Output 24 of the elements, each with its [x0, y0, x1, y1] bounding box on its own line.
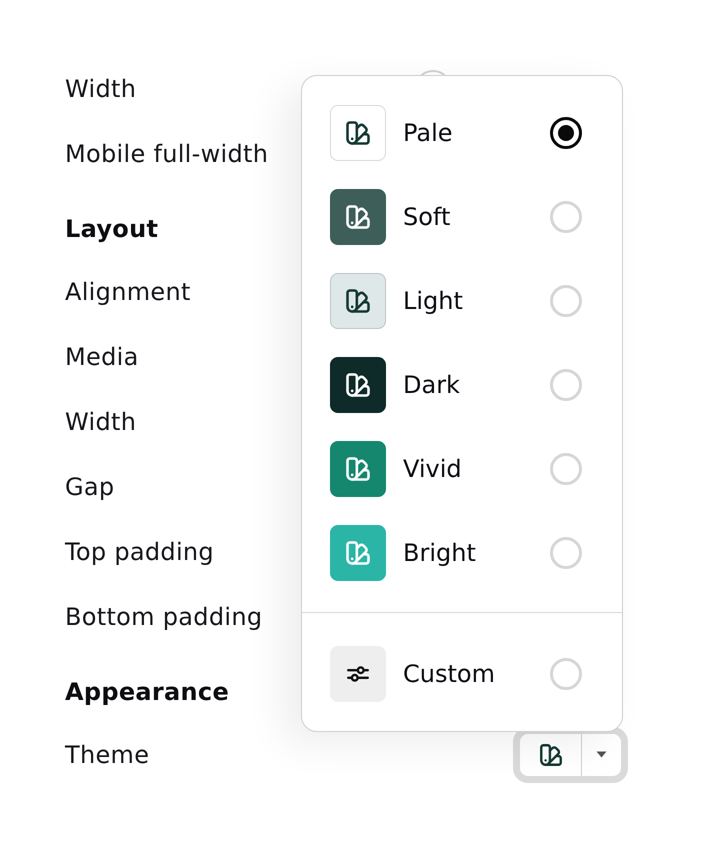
section-heading: Layout [65, 214, 158, 244]
setting-label: Width [65, 74, 136, 104]
radio-button[interactable] [550, 117, 582, 149]
theme-button[interactable] [520, 734, 581, 776]
theme-option[interactable]: Soft [403, 202, 550, 232]
theme-option[interactable]: Light [403, 286, 550, 316]
theme-option[interactable]: Vivid [403, 454, 550, 484]
setting-label: Width [65, 406, 136, 436]
dropdown-button[interactable] [581, 734, 621, 776]
sliders-icon [330, 646, 386, 702]
swatch-book-icon [538, 742, 564, 768]
theme-option[interactable]: Bright [403, 538, 550, 568]
setting-label: Mobile full-width [65, 138, 268, 168]
theme-option[interactable]: Custom [403, 659, 550, 689]
theme-option[interactable]: Dark [403, 370, 550, 400]
setting-label: Bottom padding [65, 602, 262, 632]
setting-label: Gap [65, 472, 114, 502]
theme-option[interactable]: Pale [403, 118, 550, 148]
setting-label: Theme [65, 740, 150, 770]
setting-label: Alignment [65, 276, 191, 306]
setting-label: Media [65, 342, 139, 372]
caret-icon [596, 751, 607, 758]
setting-label: Top padding [65, 536, 214, 566]
section-heading: Appearance [65, 677, 230, 707]
